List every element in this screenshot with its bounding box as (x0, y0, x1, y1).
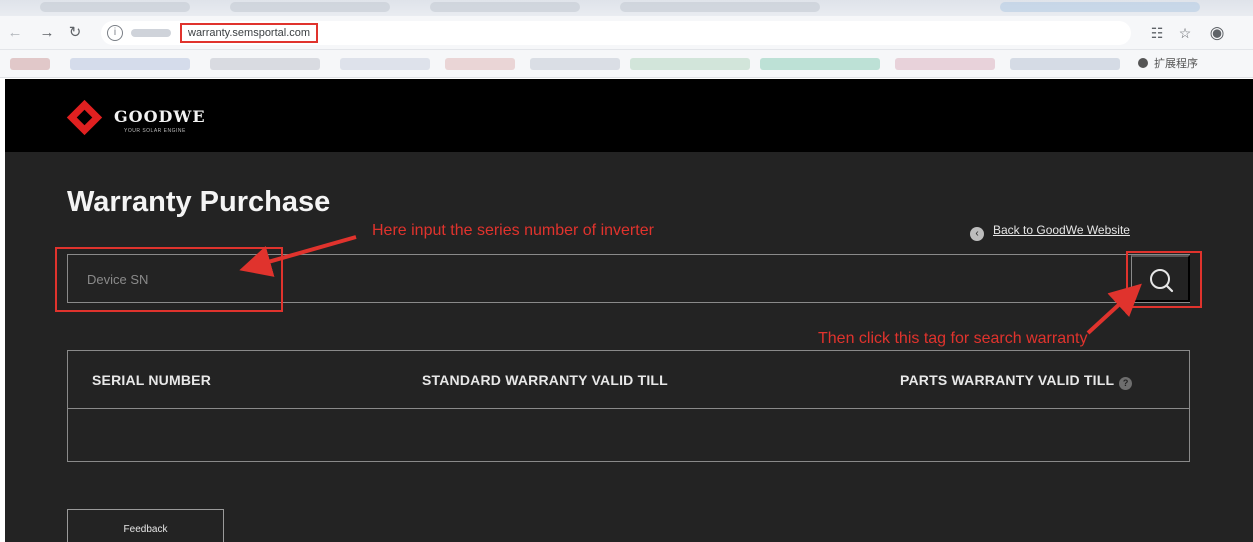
browser-tab[interactable] (230, 2, 390, 12)
extensions-button[interactable]: 扩展程序 (1138, 56, 1198, 72)
extension-label: 扩展程序 (1154, 58, 1198, 70)
bookmark-item[interactable] (1010, 58, 1120, 70)
help-icon[interactable]: ? (1119, 377, 1133, 390)
bookmarks-bar: 扩展程序 (0, 50, 1253, 78)
tab-strip (0, 0, 1253, 16)
parts-warranty-label: PARTS WARRANTY VALID TILL (900, 372, 1115, 388)
browser-tab-active[interactable] (1000, 2, 1200, 12)
profile-icon[interactable]: ◉ (1207, 23, 1227, 43)
reload-icon[interactable]: ↻ (66, 24, 84, 42)
blurred-url-prefix (131, 29, 171, 37)
column-header-serial-number: SERIAL NUMBER (92, 372, 212, 388)
back-arrow-icon[interactable]: ← (6, 24, 24, 42)
bookmark-item[interactable] (10, 58, 50, 70)
translate-icon[interactable]: ☷ (1147, 23, 1167, 43)
table-header-row: SERIAL NUMBER STANDARD WARRANTY VALID TI… (68, 351, 1189, 409)
forward-arrow-icon[interactable]: → (38, 24, 56, 42)
browser-toolbar: ← → ↻ i warranty.semsportal.com ☷ ☆ ◉ (0, 16, 1253, 50)
bookmark-item[interactable] (210, 58, 320, 70)
url-text[interactable]: warranty.semsportal.com (180, 23, 319, 43)
browser-tab[interactable] (40, 2, 190, 12)
bookmark-item[interactable] (760, 58, 880, 70)
bookmark-item[interactable] (340, 58, 430, 70)
feedback-button[interactable]: Feedback (67, 509, 224, 542)
bookmark-item[interactable] (630, 58, 750, 70)
arrow-to-input (239, 235, 357, 277)
arrow-to-search-button (1086, 283, 1142, 335)
annotation-arrows (239, 235, 1142, 335)
column-header-standard-warranty: STANDARD WARRANTY VALID TILL (422, 372, 668, 388)
bookmark-item[interactable] (530, 58, 620, 70)
site-info-icon[interactable]: i (107, 25, 123, 41)
browser-tab[interactable] (430, 2, 580, 12)
bookmark-item[interactable] (70, 58, 190, 70)
extension-icon (1138, 58, 1148, 68)
browser-window: ← → ↻ i warranty.semsportal.com ☷ ☆ ◉ 扩展… (0, 0, 1253, 542)
warranty-results-table: SERIAL NUMBER STANDARD WARRANTY VALID TI… (67, 350, 1190, 462)
address-bar[interactable]: i warranty.semsportal.com (101, 21, 1131, 45)
browser-tab[interactable] (620, 2, 820, 12)
warranty-site: GOODWE YOUR SOLAR ENGINE Warranty Purcha… (5, 79, 1253, 542)
column-header-parts-warranty: PARTS WARRANTY VALID TILL? (900, 372, 1133, 390)
star-icon[interactable]: ☆ (1175, 23, 1195, 43)
bookmark-item[interactable] (445, 58, 515, 70)
bookmark-item[interactable] (895, 58, 995, 70)
